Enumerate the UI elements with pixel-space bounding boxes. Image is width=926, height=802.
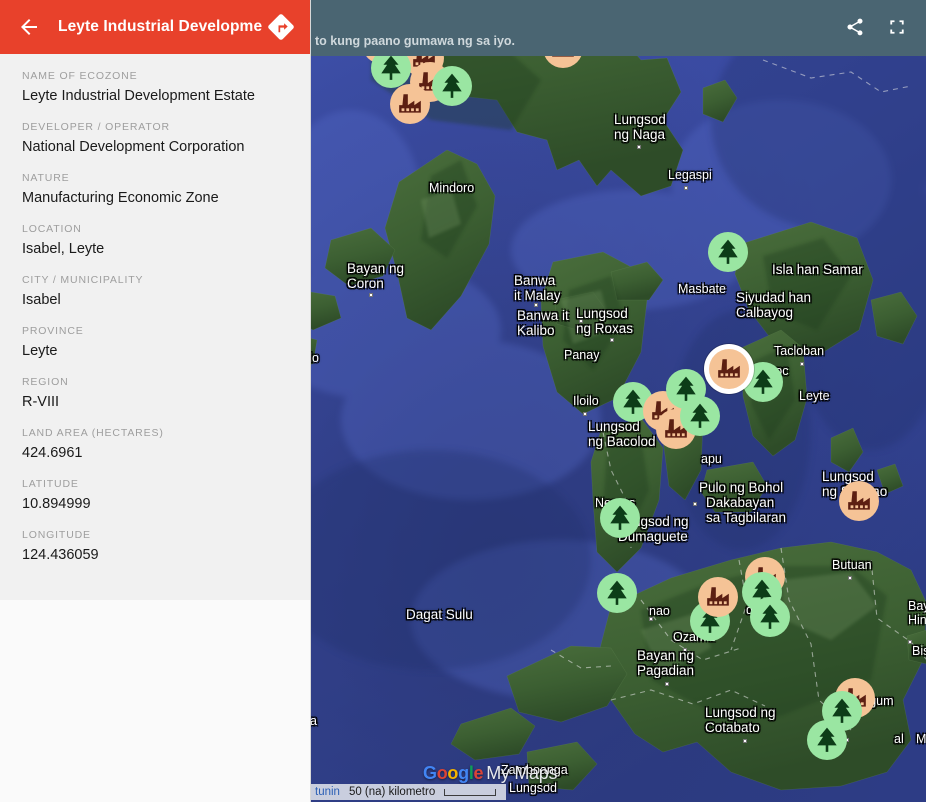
map-place-dot: [800, 362, 804, 366]
tree-icon: [687, 402, 713, 430]
map-marker-tree[interactable]: [750, 597, 790, 637]
map-place-dot: [665, 682, 669, 686]
field-label: LOCATION: [22, 223, 82, 235]
map-viewport[interactable]: MindoroBayan ng CorondoBanwa it MalayBan…: [311, 0, 926, 802]
map-marker-tree[interactable]: [807, 720, 847, 760]
info-row: NAME OF ECOZONE Leyte Industrial Develop…: [0, 70, 310, 105]
map-marker-tree[interactable]: [432, 66, 472, 106]
info-row: LOCATION Isabel, Leyte: [0, 223, 310, 258]
info-row: REGION R-VIII: [0, 376, 310, 411]
info-row: PROVINCE Leyte: [0, 325, 310, 360]
factory-icon: [397, 91, 423, 117]
my-maps-wordmark: My Maps: [486, 763, 558, 783]
field-label: REGION: [22, 376, 69, 388]
ecozone-detail-list: NAME OF ECOZONE Leyte Industrial Develop…: [0, 54, 310, 600]
field-value: Leyte Industrial Development Estate: [22, 88, 255, 104]
tree-icon: [750, 368, 776, 396]
info-row: LONGITUDE 124.436059: [0, 529, 310, 564]
info-row: CITY / MUNICIPALITY Isabel: [0, 274, 310, 309]
terms-link[interactable]: tunin: [315, 786, 340, 798]
logo-letter: o: [447, 763, 459, 783]
map-marker-factory[interactable]: [839, 481, 879, 521]
map-marker-selected-factory[interactable]: [709, 349, 749, 389]
factory-icon: [705, 584, 731, 610]
field-value: 424.6961: [22, 445, 83, 461]
map-place-dot: [583, 412, 587, 416]
directions-diamond-icon[interactable]: [262, 8, 300, 46]
map-place-dot: [637, 145, 641, 149]
map-place-dot: [908, 640, 912, 644]
back-arrow-icon[interactable]: [12, 10, 46, 44]
tree-icon: [757, 603, 783, 631]
field-label: CITY / MUNICIPALITY: [22, 274, 144, 286]
field-value: 124.436059: [22, 547, 99, 563]
ecozone-info-panel: Leyte Industrial Development Es… NAME OF…: [0, 0, 311, 802]
map-place-dot: [743, 739, 747, 743]
map-marker-tree[interactable]: [708, 232, 748, 272]
map-place-dot: [649, 617, 653, 621]
google-my-maps-logo: Google My Maps: [423, 763, 557, 784]
field-label: LAND AREA (HECTARES): [22, 427, 164, 439]
map-marker-tree[interactable]: [600, 498, 640, 538]
field-value: 10.894999: [22, 496, 91, 512]
field-value: R-VIII: [22, 394, 60, 410]
map-marker-factory[interactable]: [390, 84, 430, 124]
map-place-dot: [684, 186, 688, 190]
field-label: LATITUDE: [22, 478, 79, 490]
scale-ruler: [444, 788, 497, 796]
logo-letter: G: [423, 763, 437, 783]
factory-icon: [846, 488, 872, 514]
map-place-dot: [369, 293, 373, 297]
tree-icon: [607, 504, 633, 532]
map-marker-tree[interactable]: [680, 396, 720, 436]
map-scale-bar: tunin 50 (na) kilometro: [311, 784, 507, 800]
factory-icon: [716, 356, 742, 382]
map-marker-factory[interactable]: [698, 577, 738, 617]
field-label: PROVINCE: [22, 325, 84, 337]
map-top-bar: to kung paano gumawa ng sa iyo.: [311, 0, 926, 56]
info-row: LAND AREA (HECTARES) 424.6961: [0, 427, 310, 462]
logo-letter: e: [473, 763, 484, 783]
banner-text: to kung paano gumawa ng sa iyo.: [315, 34, 516, 48]
info-row: DEVELOPER / OPERATOR National Developmen…: [0, 121, 310, 156]
field-value: Leyte: [22, 343, 58, 359]
logo-letter: g: [458, 763, 469, 783]
field-label: NAME OF ECOZONE: [22, 70, 138, 82]
tree-icon: [814, 726, 840, 754]
info-row: LATITUDE 10.894999: [0, 478, 310, 513]
field-label: LONGITUDE: [22, 529, 91, 541]
page-title: Leyte Industrial Development Es…: [58, 18, 262, 35]
fullscreen-icon[interactable]: [882, 12, 912, 42]
map-place-dot: [683, 648, 687, 652]
map-place-dot: [579, 319, 583, 323]
scale-label: 50 (na) kilometro: [348, 786, 436, 798]
field-value: Isabel: [22, 292, 61, 308]
field-value: National Development Corporation: [22, 139, 245, 155]
map-viewer-app: Leyte Industrial Development Es… NAME OF…: [0, 0, 926, 802]
field-value: Manufacturing Economic Zone: [22, 190, 219, 206]
share-icon[interactable]: [840, 12, 870, 42]
map-marker-tree[interactable]: [597, 573, 637, 613]
map-place-dot: [848, 576, 852, 580]
field-value: Isabel, Leyte: [22, 241, 105, 257]
panel-header: Leyte Industrial Development Es…: [0, 0, 310, 54]
field-label: DEVELOPER / OPERATOR: [22, 121, 170, 133]
tree-icon: [715, 238, 741, 266]
panel-empty-space: [0, 600, 310, 802]
map-place-dot: [693, 502, 697, 506]
map-marker-tree[interactable]: [743, 362, 783, 402]
field-label: NATURE: [22, 172, 70, 184]
info-row: NATURE Manufacturing Economic Zone: [0, 172, 310, 207]
tree-icon: [378, 54, 404, 82]
logo-letter: o: [436, 763, 448, 783]
tree-icon: [604, 579, 630, 607]
map-place-dot: [534, 303, 538, 307]
tree-icon: [439, 72, 465, 100]
map-place-dot: [610, 338, 614, 342]
